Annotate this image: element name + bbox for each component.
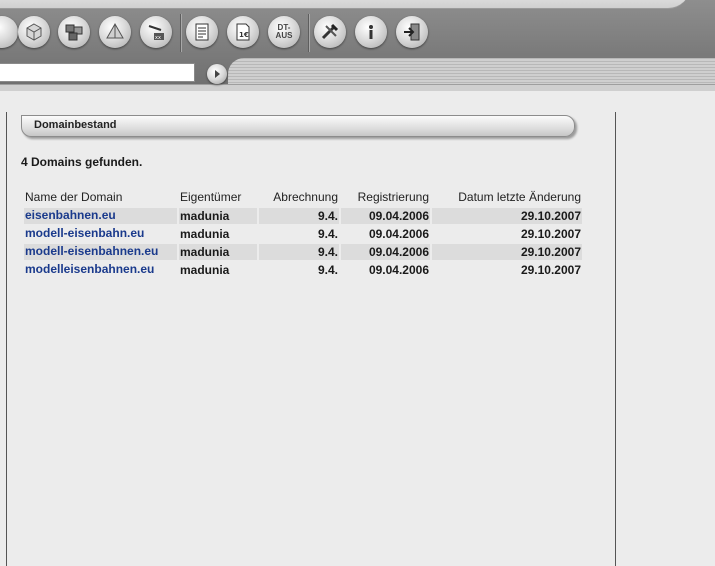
registered-cell: 09.04.2006 xyxy=(341,208,430,224)
owner-cell: madunia xyxy=(179,208,257,224)
cube-icon xyxy=(26,23,42,41)
go-button[interactable] xyxy=(207,64,227,84)
document-list-button[interactable] xyxy=(186,16,218,48)
changed-cell: 29.10.2007 xyxy=(432,208,582,224)
changed-cell: 29.10.2007 xyxy=(520,263,581,277)
section-title: Domainbestand xyxy=(34,119,117,131)
toolbar-separator xyxy=(180,14,182,52)
billing-cell: 9.4. xyxy=(259,208,339,224)
domain-link[interactable]: modelleisenbahnen.eu xyxy=(24,262,177,278)
cubes-icon xyxy=(65,24,83,41)
registered-cell: 09.04.2006 xyxy=(341,244,430,260)
exit-icon xyxy=(404,23,420,41)
toolbar-top-curve xyxy=(0,0,690,9)
owner-cell: madunia xyxy=(180,227,230,241)
toolbar-separator xyxy=(308,14,310,52)
info-button[interactable] xyxy=(355,16,387,48)
header-registered: Registrierung xyxy=(357,190,429,204)
table-row: modelleisenbahnen.eu madunia 9.4. 09.04.… xyxy=(24,262,582,278)
domain-link[interactable]: eisenbahnen.eu xyxy=(24,208,177,224)
dt-aus-icon: DT- AUS xyxy=(275,23,293,40)
changed-cell: 29.10.2007 xyxy=(432,244,582,260)
main-content: Domainbestand 4 Domains gefunden. Name d… xyxy=(6,112,616,566)
table-row: eisenbahnen.eu madunia 9.4. 09.04.2006 2… xyxy=(24,208,582,224)
changed-cell: 29.10.2007 xyxy=(520,227,581,241)
cubes-button[interactable] xyxy=(58,16,90,48)
billing-cell: 9.4. xyxy=(259,244,339,260)
domain-link[interactable]: modell-eisenbahnen.eu xyxy=(24,244,177,260)
domain-table: Name der Domain Eigentümer Abrechnung Re… xyxy=(22,188,584,280)
owner-cell: madunia xyxy=(180,263,230,277)
document-euro-button[interactable]: 1€ xyxy=(227,16,259,48)
tools-button[interactable] xyxy=(314,16,346,48)
pyramid-icon xyxy=(106,22,124,39)
table-header-row: Name der Domain Eigentümer Abrechnung Re… xyxy=(24,190,582,206)
header-domain: Name der Domain xyxy=(25,190,123,204)
exit-button[interactable] xyxy=(396,16,428,48)
domain-count: 4 Domains gefunden. xyxy=(21,155,143,169)
owner-cell: madunia xyxy=(179,244,257,260)
tools-icon xyxy=(321,23,339,40)
info-icon xyxy=(369,25,373,39)
document-list-icon xyxy=(195,23,209,41)
header-billing: Abrechnung xyxy=(273,190,338,204)
document-euro-label: 1€ xyxy=(239,31,249,39)
header-changed: Datum letzte Änderung xyxy=(458,190,581,204)
dt-aus-button[interactable]: DT- AUS xyxy=(268,16,300,48)
toolbar-lower-band xyxy=(0,84,715,91)
box-crane-icon: xx xyxy=(148,25,164,41)
billing-cell: 9.4. xyxy=(317,263,338,277)
header-owner: Eigentümer xyxy=(180,190,242,204)
top-toolbar: xx 1€ DT- AUS xyxy=(0,0,715,91)
box-crane-button[interactable]: xx xyxy=(140,16,172,48)
address-input[interactable] xyxy=(0,63,195,82)
table-row: modell-eisenbahn.eu madunia 9.4. 09.04.2… xyxy=(24,226,582,242)
svg-text:xx: xx xyxy=(155,35,161,41)
section-header: Domainbestand xyxy=(21,115,575,137)
billing-cell: 9.4. xyxy=(317,227,338,241)
domain-link[interactable]: modell-eisenbahn.eu xyxy=(24,226,177,242)
cube-button[interactable] xyxy=(18,16,50,48)
document-euro-icon: 1€ xyxy=(236,23,250,41)
toolbar-stripes xyxy=(228,58,715,84)
registered-cell: 09.04.2006 xyxy=(368,263,429,277)
pyramid-button[interactable] xyxy=(99,16,131,48)
toolbar-button-partial[interactable] xyxy=(0,16,18,48)
table-row: modell-eisenbahnen.eu madunia 9.4. 09.04… xyxy=(24,244,582,260)
registered-cell: 09.04.2006 xyxy=(368,227,429,241)
arrow-right-icon xyxy=(215,70,220,78)
